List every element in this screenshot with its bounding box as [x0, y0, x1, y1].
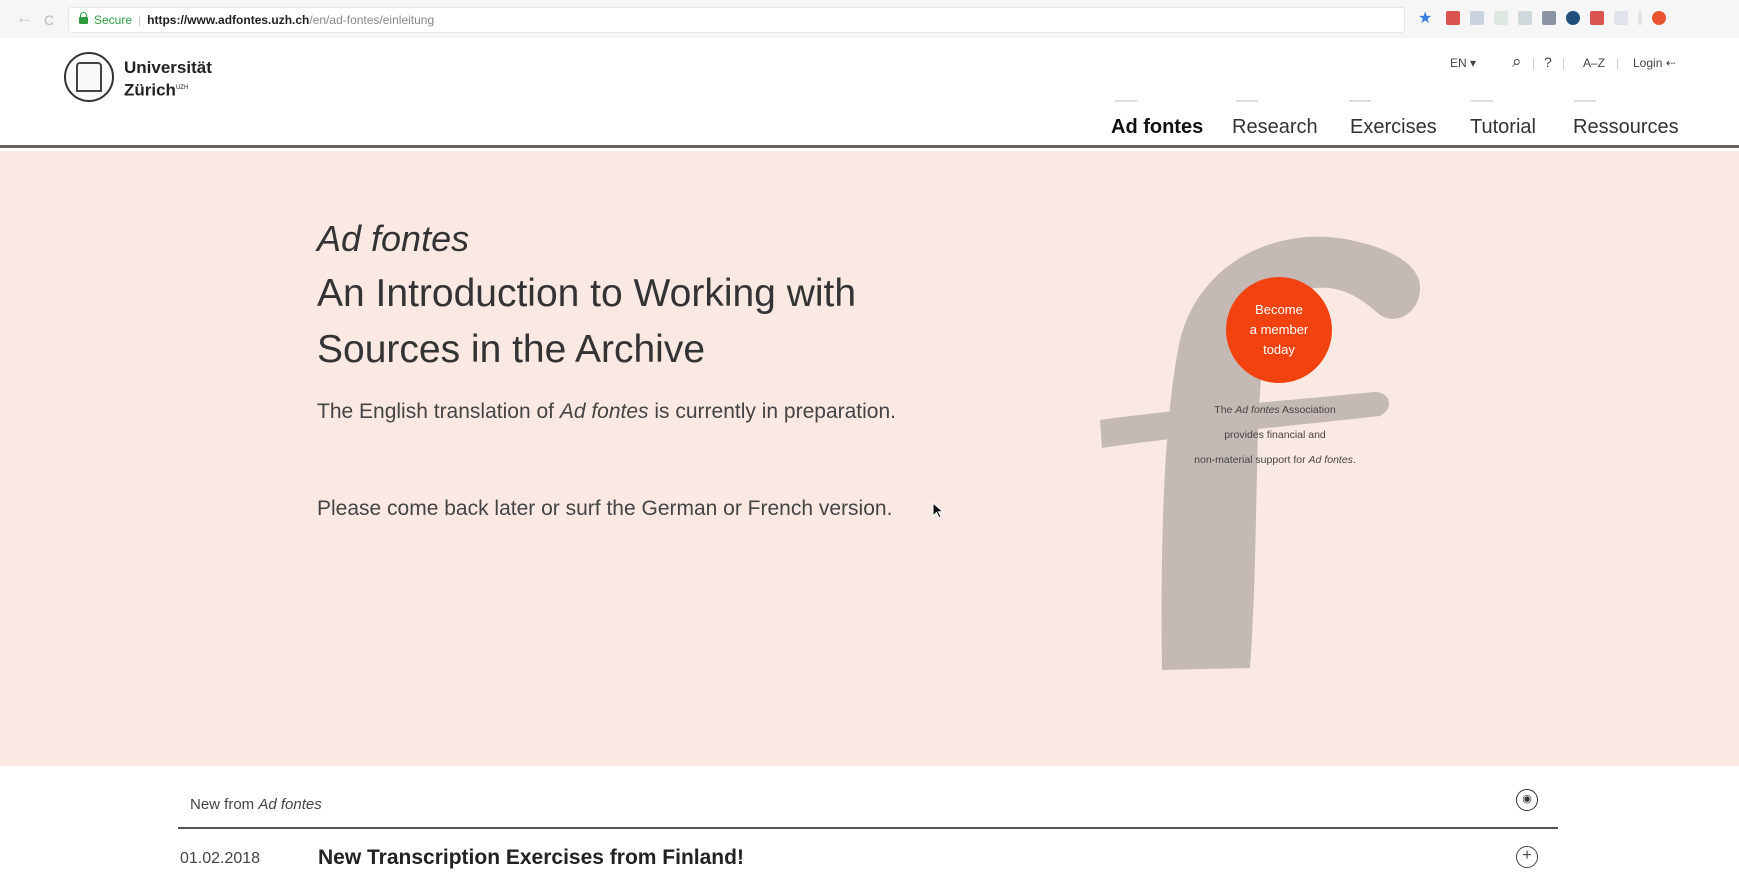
search-icon[interactable]: ⌕: [1512, 52, 1522, 72]
hero-section: [0, 151, 1739, 766]
notice-text: The English translation of: [317, 400, 560, 423]
help-icon[interactable]: ?: [1544, 54, 1552, 70]
nav-tutorial[interactable]: Tutorial: [1470, 116, 1536, 139]
util-divider: |: [1562, 56, 1566, 70]
nav-ad-fontes[interactable]: Ad fontes: [1111, 116, 1203, 139]
nav-ressources[interactable]: Ressources: [1573, 116, 1679, 139]
browser-toolbar: ← C Secure | https://www.adfontes.uzh.ch/e…: [0, 0, 1739, 39]
util-divider: |: [1616, 56, 1620, 70]
logo-line-1: Universität: [124, 58, 212, 77]
university-logo-text[interactable]: Universität ZürichUZH: [124, 58, 212, 101]
reload-icon[interactable]: C: [44, 10, 54, 30]
page: ← C Secure | https://www.adfontes.uzh.ch/e…: [0, 0, 1739, 892]
member-line-3: today: [1263, 342, 1295, 357]
association-info: The Ad fontes Association provides finan…: [1150, 398, 1400, 473]
news-item-title[interactable]: New Transcription Exercises from Finland…: [318, 846, 744, 870]
assoc-text: non-material support for: [1194, 454, 1309, 466]
address-bar[interactable]: Secure | https://www.adfontes.uzh.ch/en/ad…: [68, 7, 1405, 33]
extension-icon[interactable]: [1638, 11, 1642, 25]
a-z-link[interactable]: A–Z: [1583, 56, 1605, 70]
university-seal-logo[interactable]: [64, 52, 114, 102]
notice-text: is currently in preparation.: [648, 400, 896, 423]
assoc-text: Association: [1279, 404, 1336, 416]
bookmark-star-icon[interactable]: ★: [1418, 9, 1432, 29]
become-member-button[interactable]: Become a member today: [1226, 277, 1332, 383]
extension-icon[interactable]: [1470, 11, 1484, 25]
util-divider: |: [1532, 56, 1536, 70]
rss-feed-icon[interactable]: ◉: [1516, 789, 1538, 811]
assoc-line-2: provides financial and: [1224, 429, 1326, 441]
news-heading-emphasis: Ad fontes: [258, 796, 322, 813]
member-line-1: Become: [1255, 302, 1303, 317]
hero-title-line-2: Sources in the Archive: [317, 328, 706, 371]
nav-exercises[interactable]: Exercises: [1350, 116, 1437, 139]
back-icon[interactable]: ←: [16, 8, 33, 28]
extension-icon[interactable]: [1652, 11, 1666, 25]
news-heading: New from Ad fontes: [190, 796, 322, 813]
news-divider: [178, 827, 1558, 829]
assoc-text: .: [1352, 454, 1356, 466]
nav-indicator: [1115, 100, 1137, 102]
logo-line-2: ZürichUZH: [124, 78, 212, 101]
extension-icon[interactable]: [1614, 11, 1628, 25]
member-line-2: a member: [1249, 322, 1309, 337]
nav-research[interactable]: Research: [1232, 116, 1318, 139]
news-heading-text: New from: [190, 796, 259, 813]
assoc-line-3: non-material support for Ad fontes.: [1150, 448, 1400, 473]
logo-city: Zürich: [124, 80, 176, 100]
logo-sup: UZH: [175, 85, 189, 91]
mouse-cursor-icon: [932, 502, 944, 519]
hero-title-italic: Ad fontes: [317, 218, 470, 259]
member-button-text: Become a member today: [1250, 300, 1309, 360]
language-selector[interactable]: EN ▾: [1450, 56, 1476, 70]
nav-indicator: [1236, 100, 1258, 102]
secure-label: Secure: [94, 13, 133, 27]
notice-emphasis: Ad fontes: [559, 400, 649, 423]
assoc-line-1: The Ad fontes Association: [1150, 398, 1400, 423]
translation-notice: The English translation of Ad fontes is …: [317, 400, 896, 424]
nav-indicator: [1349, 100, 1371, 102]
url-separator: |: [138, 13, 142, 27]
news-item-date: 01.02.2018: [180, 850, 261, 867]
extension-icon[interactable]: [1542, 11, 1556, 25]
hero-title-line-1: An Introduction to Working with: [317, 272, 857, 315]
extension-icon[interactable]: [1494, 11, 1508, 25]
extension-icon[interactable]: [1446, 11, 1460, 25]
come-back-notice: Please come back later or surf the Germa…: [317, 497, 893, 520]
assoc-emphasis: Ad fontes: [1308, 454, 1353, 466]
assoc-emphasis: Ad fontes: [1235, 404, 1280, 416]
extension-icon[interactable]: [1590, 11, 1604, 25]
expand-plus-icon[interactable]: +: [1516, 846, 1538, 868]
assoc-text: The: [1214, 404, 1236, 416]
extension-icon[interactable]: [1566, 11, 1580, 25]
nav-indicator: [1574, 100, 1596, 102]
login-link[interactable]: Login ⇠: [1633, 56, 1676, 70]
lock-icon: [79, 12, 88, 24]
url-host: https://www.adfontes.uzh.ch: [147, 13, 310, 27]
extension-icon[interactable]: [1518, 11, 1532, 25]
nav-indicator: [1471, 100, 1493, 102]
news-section: [0, 766, 1739, 892]
url-path: /en/ad-fontes/einleitung: [309, 13, 435, 27]
